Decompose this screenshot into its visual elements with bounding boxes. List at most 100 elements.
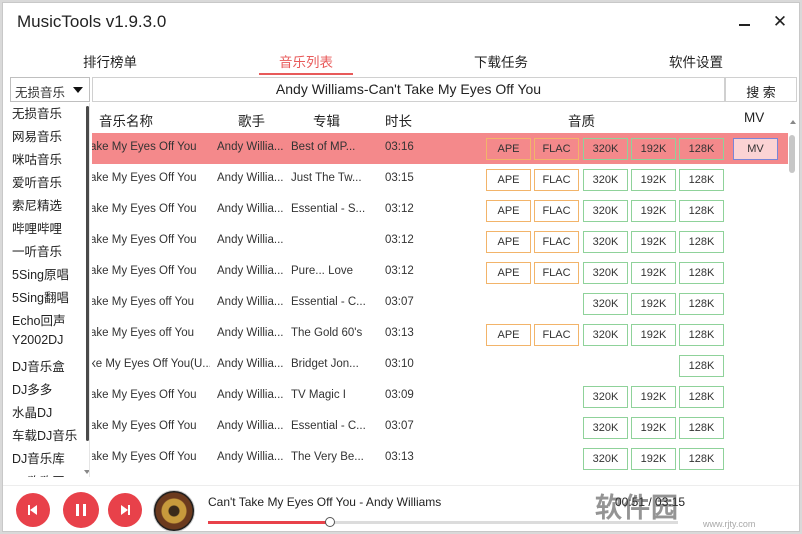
singer-name: Andy Willia... (217, 451, 284, 463)
scroll-down-icon[interactable] (84, 470, 89, 474)
quality-128k-button[interactable]: 128K (679, 262, 724, 284)
quality-320k-button[interactable]: 320K (583, 448, 628, 470)
table-row[interactable]: ake My Eyes Off You Andy Willia... 03:12 AP… (92, 226, 788, 257)
source-item[interactable]: DJ音乐库 (12, 448, 65, 470)
tab-downloads[interactable]: 下载任务 (441, 51, 561, 71)
source-item[interactable]: 咪咕音乐 (12, 149, 62, 171)
quality-flac-button[interactable]: FLAC (534, 200, 579, 222)
progress-handle[interactable] (325, 517, 336, 527)
album-name: Bridget Jon... (291, 358, 359, 370)
main-tabs: 排行榜单 音乐列表 下载任务 软件设置 (3, 45, 799, 75)
quality-192k-button[interactable]: 192K (631, 231, 676, 253)
quality-128k-button[interactable]: 128K (679, 138, 724, 160)
close-button[interactable]: ✕ (766, 9, 794, 35)
source-item[interactable]: 车载DJ音乐 (12, 425, 77, 447)
quality-128k-button[interactable]: 128K (679, 231, 724, 253)
quality-192k-button[interactable]: 192K (631, 324, 676, 346)
quality-128k-button[interactable]: 128K (679, 324, 724, 346)
table-row[interactable]: ake My Eyes Off You Andy Willia... TV Magi… (92, 381, 788, 412)
results-scrollbar[interactable] (789, 135, 795, 173)
table-row[interactable]: ake My Eyes off You Andy Willia... Essenti… (92, 288, 788, 319)
quality-ape-button[interactable]: APE (486, 231, 531, 253)
table-row[interactable]: ake My Eyes Off You Andy Willia... The Ver… (92, 443, 788, 474)
quality-flac-button[interactable]: FLAC (534, 262, 579, 284)
next-button[interactable] (108, 493, 142, 527)
quality-192k-button[interactable]: 192K (631, 200, 676, 222)
quality-320k-button[interactable]: 320K (583, 169, 628, 191)
tab-charts[interactable]: 排行榜单 (50, 51, 170, 71)
source-item[interactable]: 网易音乐 (12, 126, 62, 148)
quality-192k-button[interactable]: 192K (631, 417, 676, 439)
table-row[interactable]: ake My Eyes Off You Andy Willia... Essenti… (92, 412, 788, 443)
source-item[interactable]: 无损音乐 (12, 103, 62, 125)
source-item[interactable]: 水晶DJ (12, 402, 52, 424)
quality-flac-button[interactable]: FLAC (534, 138, 579, 160)
song-name: ake My Eyes Off You (92, 141, 197, 153)
quality-ape-button[interactable]: APE (486, 262, 531, 284)
tab-settings[interactable]: 软件设置 (636, 51, 756, 71)
quality-128k-button[interactable]: 128K (679, 169, 724, 191)
quality-320k-button[interactable]: 320K (583, 293, 628, 315)
table-row[interactable]: ake My Eyes Off You Andy Willia... Essenti… (92, 195, 788, 226)
scroll-up-icon[interactable] (790, 120, 796, 124)
song-name: ake My Eyes off You (92, 327, 194, 339)
source-item[interactable]: Echo回声 (12, 310, 66, 332)
quality-flac-button[interactable]: FLAC (534, 231, 579, 253)
quality-128k-button[interactable]: 128K (679, 448, 724, 470)
table-header: 音乐名称 歌手 专辑 时长 音质 MV (92, 105, 792, 131)
pause-button[interactable] (63, 492, 99, 528)
source-item[interactable]: 爱听音乐 (12, 172, 62, 194)
search-button[interactable]: 搜 索 (725, 77, 797, 102)
song-duration: 03:10 (385, 358, 414, 370)
source-item[interactable]: Y2002DJ (12, 333, 63, 355)
table-row[interactable]: ake My Eyes Off You Andy Willia... Best of… (92, 133, 788, 164)
search-input[interactable]: Andy Williams-Can't Take My Eyes Off You (92, 77, 725, 102)
quality-320k-button[interactable]: 320K (583, 200, 628, 222)
quality-128k-button[interactable]: 128K (679, 200, 724, 222)
quality-320k-button[interactable]: 320K (583, 231, 628, 253)
song-name: ake My Eyes Off You (92, 203, 197, 215)
source-list-scrollbar[interactable] (86, 106, 89, 441)
quality-192k-button[interactable]: 192K (631, 386, 676, 408)
quality-192k-button[interactable]: 192K (631, 293, 676, 315)
source-item[interactable]: DJ多多 (12, 379, 52, 401)
quality-320k-button[interactable]: 320K (583, 138, 628, 160)
minimize-button[interactable] (730, 9, 758, 35)
minimize-icon (738, 24, 750, 26)
quality-128k-button[interactable]: 128K (679, 293, 724, 315)
source-item[interactable]: 5Sing翻唱 (12, 287, 69, 309)
quality-192k-button[interactable]: 192K (631, 262, 676, 284)
quality-320k-button[interactable]: 320K (583, 262, 628, 284)
mv-button[interactable]: MV (733, 138, 778, 160)
table-row[interactable]: ke My Eyes Off You(U... Andy Willia... Bri… (92, 350, 788, 381)
quality-ape-button[interactable]: APE (486, 324, 531, 346)
quality-320k-button[interactable]: 320K (583, 386, 628, 408)
quality-192k-button[interactable]: 192K (631, 169, 676, 191)
singer-name: Andy Willia... (217, 358, 284, 370)
quality-320k-button[interactable]: 320K (583, 417, 628, 439)
quality-320k-button[interactable]: 320K (583, 324, 628, 346)
tab-music-list[interactable]: 音乐列表 (246, 51, 366, 71)
table-row[interactable]: ake My Eyes Off You Andy Willia... Pure...… (92, 257, 788, 288)
quality-ape-button[interactable]: APE (486, 138, 531, 160)
quality-128k-button[interactable]: 128K (679, 386, 724, 408)
source-select[interactable]: 无损音乐 (10, 77, 90, 102)
quality-128k-button[interactable]: 128K (679, 417, 724, 439)
titlebar: MusicTools v1.9.3.0 ✕ (3, 3, 799, 41)
source-item[interactable]: DJ嗨嗨网 (12, 471, 65, 477)
source-item[interactable]: 哔哩哔哩 (12, 218, 62, 240)
quality-flac-button[interactable]: FLAC (534, 169, 579, 191)
table-row[interactable]: ake My Eyes off You Andy Willia... The Gol… (92, 319, 788, 350)
source-item[interactable]: 一听音乐 (12, 241, 62, 263)
quality-ape-button[interactable]: APE (486, 169, 531, 191)
source-item[interactable]: 5Sing原唱 (12, 264, 69, 286)
table-row[interactable]: ake My Eyes Off You Andy Willia... Just Th… (92, 164, 788, 195)
quality-flac-button[interactable]: FLAC (534, 324, 579, 346)
previous-button[interactable] (16, 493, 50, 527)
quality-192k-button[interactable]: 192K (631, 138, 676, 160)
source-item[interactable]: 索尼精选 (12, 195, 62, 217)
source-item[interactable]: DJ音乐盒 (12, 356, 65, 378)
quality-128k-button[interactable]: 128K (679, 355, 724, 377)
quality-192k-button[interactable]: 192K (631, 448, 676, 470)
quality-ape-button[interactable]: APE (486, 200, 531, 222)
